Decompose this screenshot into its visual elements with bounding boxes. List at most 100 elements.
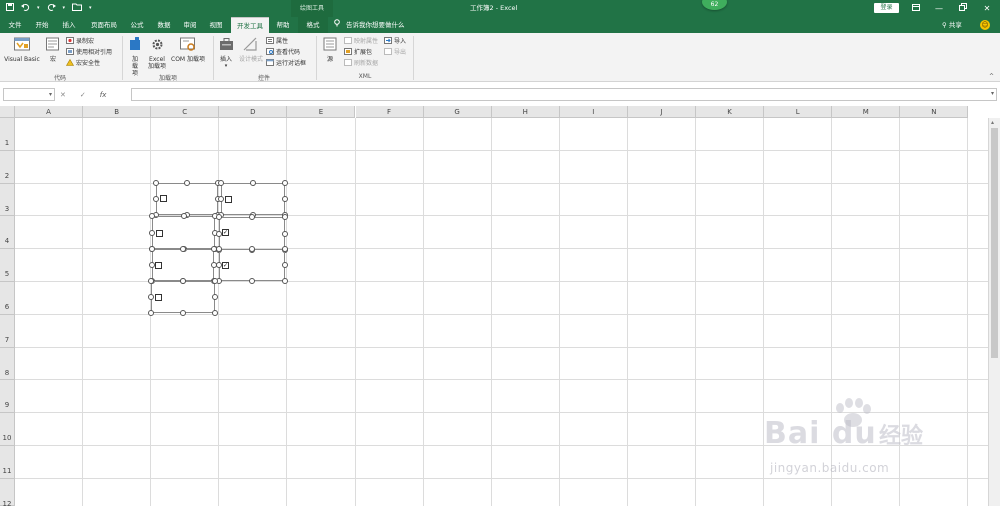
resize-handle[interactable]	[180, 278, 186, 284]
checkbox-unchecked[interactable]	[155, 294, 162, 301]
column-header-b[interactable]: B	[83, 106, 152, 118]
export-button[interactable]: 导出	[384, 47, 406, 56]
row-header-5[interactable]: 5	[0, 249, 15, 282]
record-macro-button[interactable]: 录制宏	[66, 36, 94, 45]
column-header-e[interactable]: E	[287, 106, 356, 118]
cancel-icon[interactable]: ✕	[60, 89, 66, 101]
tab-view[interactable]: 视图	[205, 17, 227, 33]
excel-addins-button[interactable]: Excel 加载项	[147, 37, 167, 70]
row-header-10[interactable]: 10	[0, 413, 15, 446]
resize-handle[interactable]	[250, 180, 256, 186]
undo-dropdown-icon[interactable]: ▾	[37, 3, 40, 14]
row-header-2[interactable]: 2	[0, 150, 15, 184]
column-header-g[interactable]: G	[423, 106, 492, 118]
tab-insert[interactable]: 插入	[58, 17, 80, 33]
resize-handle[interactable]	[212, 278, 218, 284]
checkbox-unchecked[interactable]	[225, 196, 232, 203]
resize-handle[interactable]	[180, 246, 186, 252]
tab-formulas[interactable]: 公式	[126, 17, 148, 33]
row-header-11[interactable]: 11	[0, 446, 15, 479]
checkbox-checked[interactable]: ✓	[222, 229, 229, 236]
xml-source-button[interactable]: 源	[321, 37, 339, 63]
redo-icon[interactable]	[47, 3, 56, 14]
map-properties-button[interactable]: 映射属性	[344, 36, 378, 45]
resize-handle[interactable]	[149, 229, 155, 236]
properties-button[interactable]: 属性	[266, 36, 288, 45]
resize-handle[interactable]	[218, 196, 224, 202]
redo-dropdown-icon[interactable]: ▾	[63, 3, 66, 14]
insert-dropdown-icon[interactable]: ▾	[217, 63, 235, 70]
feedback-smiley-icon[interactable]: ☺	[980, 20, 990, 30]
resize-handle[interactable]	[180, 310, 186, 316]
resize-handle[interactable]	[212, 294, 218, 300]
formula-input[interactable]: ▾	[131, 88, 997, 101]
checkbox-unchecked[interactable]	[155, 262, 162, 269]
column-header-k[interactable]: K	[696, 106, 765, 118]
column-header-f[interactable]: F	[355, 106, 424, 118]
column-header-h[interactable]: H	[491, 106, 560, 118]
design-mode-button[interactable]: 设计模式	[238, 37, 264, 63]
vertical-scrollbar[interactable]: ▴	[988, 118, 1000, 506]
resize-handle[interactable]	[149, 213, 155, 219]
resize-handle[interactable]	[148, 310, 154, 316]
row-header-8[interactable]: 8	[0, 347, 15, 381]
resize-handle[interactable]	[180, 213, 187, 219]
column-header-a[interactable]: A	[15, 106, 84, 118]
column-header-d[interactable]: D	[219, 106, 288, 118]
expansion-packs-button[interactable]: 扩展包	[344, 47, 372, 56]
column-header-n[interactable]: N	[900, 106, 969, 118]
resize-handle[interactable]	[153, 180, 159, 186]
resize-handle[interactable]	[282, 262, 288, 268]
tab-review[interactable]: 审阅	[179, 17, 201, 33]
resize-handle[interactable]	[282, 230, 288, 237]
tab-file[interactable]: 文件	[4, 17, 26, 33]
run-dialog-button[interactable]: 运行对话框	[266, 58, 306, 67]
collapse-ribbon-icon[interactable]: ^	[989, 73, 994, 80]
resize-handle[interactable]	[216, 230, 222, 237]
com-addins-button[interactable]: COM 加载项	[169, 37, 207, 63]
column-header-i[interactable]: I	[559, 106, 628, 118]
resize-handle[interactable]	[148, 278, 154, 284]
row-header-4[interactable]: 4	[0, 216, 15, 250]
resize-handle[interactable]	[184, 180, 190, 186]
resize-handle[interactable]	[149, 246, 155, 252]
tab-format[interactable]: 格式	[298, 17, 328, 33]
insert-control-button[interactable]: 插入 ▾	[217, 37, 235, 70]
restore-icon[interactable]	[953, 0, 973, 17]
resize-handle[interactable]	[249, 278, 255, 284]
tab-home[interactable]: 开始	[31, 17, 53, 33]
relative-reference-button[interactable]: 使用相对引用	[66, 47, 112, 56]
name-box[interactable]: ▾	[3, 88, 55, 101]
column-header-m[interactable]: M	[832, 106, 901, 118]
row-header-12[interactable]: 12	[0, 478, 15, 506]
expand-formula-icon[interactable]: ▾	[991, 90, 994, 97]
resize-handle[interactable]	[149, 262, 155, 268]
import-button[interactable]: 导入	[384, 36, 406, 45]
macro-security-button[interactable]: 宏安全性	[66, 58, 100, 67]
tell-me-search[interactable]: 告诉我你想要做什么	[334, 17, 405, 33]
enter-icon[interactable]: ✓	[80, 89, 86, 101]
tab-help[interactable]: 帮助	[272, 17, 294, 33]
refresh-data-button[interactable]: 刷新数据	[344, 58, 378, 67]
scroll-up-icon[interactable]: ▴	[991, 119, 994, 126]
macros-button[interactable]: 宏	[44, 37, 62, 63]
open-icon[interactable]	[72, 3, 83, 14]
checkbox-checked[interactable]: ✓	[222, 262, 229, 269]
scroll-thumb[interactable]	[991, 128, 998, 358]
row-header-3[interactable]: 3	[0, 183, 15, 217]
column-header-c[interactable]: C	[151, 106, 220, 118]
checkbox-unchecked[interactable]	[156, 230, 163, 237]
tab-data[interactable]: 数据	[153, 17, 175, 33]
close-icon[interactable]: ✕	[977, 0, 997, 17]
view-code-button[interactable]: 查看代码	[266, 47, 300, 56]
resize-handle[interactable]	[212, 310, 218, 316]
undo-icon[interactable]	[21, 3, 30, 14]
name-box-dropdown-icon[interactable]: ▾	[49, 91, 52, 98]
minimize-icon[interactable]: —	[929, 0, 949, 17]
row-header-9[interactable]: 9	[0, 380, 15, 414]
customize-icon[interactable]: ▾	[89, 3, 92, 14]
resize-handle[interactable]	[216, 262, 222, 268]
select-all-corner[interactable]	[0, 106, 15, 118]
resize-handle[interactable]	[218, 180, 224, 186]
resize-handle[interactable]	[282, 196, 288, 202]
